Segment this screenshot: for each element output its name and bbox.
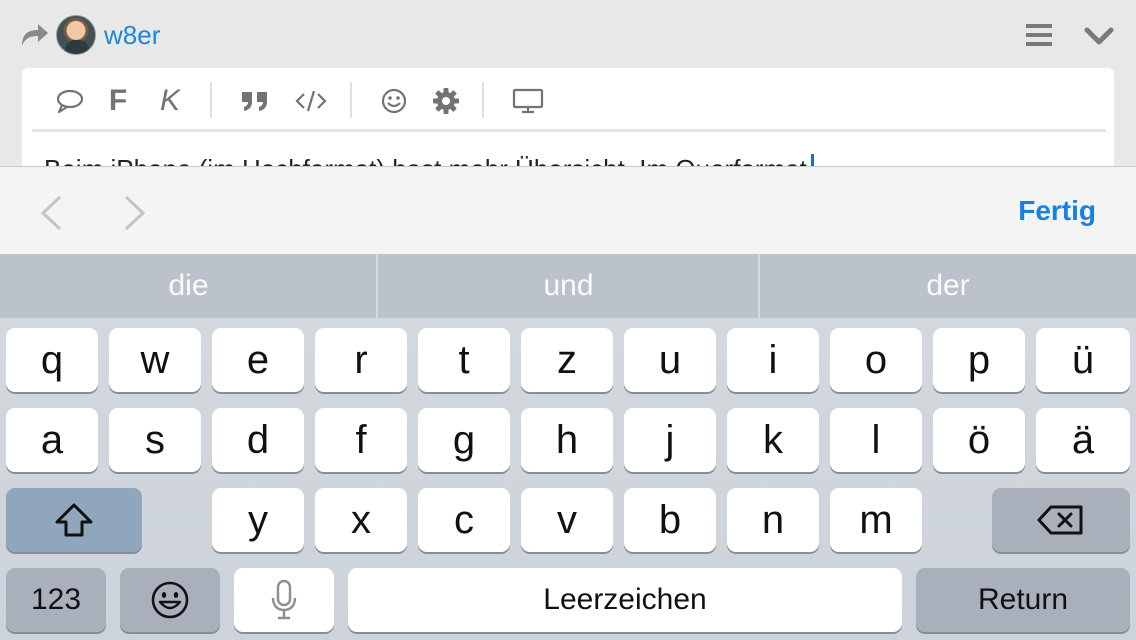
key-c[interactable]: c <box>418 488 510 552</box>
key-x[interactable]: x <box>315 488 407 552</box>
quote-icon[interactable] <box>238 84 272 118</box>
keyboard: q w e r t z u i o p ü a s d f g h j k l … <box>0 318 1136 640</box>
key-l[interactable]: l <box>830 408 922 472</box>
emoji-icon[interactable] <box>378 84 410 118</box>
key-h[interactable]: h <box>521 408 613 472</box>
toolbar-divider <box>350 82 352 118</box>
key-p[interactable]: p <box>933 328 1025 392</box>
return-key[interactable]: Return <box>916 568 1130 632</box>
shift-icon <box>55 503 93 537</box>
avatar[interactable] <box>56 15 96 55</box>
code-icon[interactable] <box>294 84 328 118</box>
preview-icon[interactable] <box>510 84 546 118</box>
key-t[interactable]: t <box>418 328 510 392</box>
emoji-keyboard-key[interactable] <box>120 568 220 632</box>
chevron-right-icon[interactable] <box>122 193 148 233</box>
key-m[interactable]: m <box>830 488 922 552</box>
key-o[interactable]: o <box>830 328 922 392</box>
key-a[interactable]: a <box>6 408 98 472</box>
suggestion-item[interactable]: und <box>378 254 759 318</box>
key-s[interactable]: s <box>109 408 201 472</box>
key-o-umlaut[interactable]: ö <box>933 408 1025 472</box>
key-b[interactable]: b <box>624 488 716 552</box>
menu-icon[interactable] <box>1024 22 1054 48</box>
key-f[interactable]: f <box>315 408 407 472</box>
numbers-key[interactable]: 123 <box>6 568 106 632</box>
key-k[interactable]: k <box>727 408 819 472</box>
delete-key[interactable] <box>992 488 1130 552</box>
key-u[interactable]: u <box>624 328 716 392</box>
username-link[interactable]: w8er <box>104 20 160 51</box>
space-key[interactable]: Leerzeichen <box>348 568 902 632</box>
suggestion-item[interactable]: die <box>0 254 377 318</box>
key-y[interactable]: y <box>212 488 304 552</box>
editor-toolbar: F K <box>32 68 1106 132</box>
key-i[interactable]: i <box>727 328 819 392</box>
key-u-umlaut[interactable]: ü <box>1036 328 1130 392</box>
key-a-umlaut[interactable]: ä <box>1036 408 1130 472</box>
editor-text-value: Beim iPhone (im Hochformat) hast mehr Üb… <box>44 154 807 166</box>
chevron-left-icon[interactable] <box>38 193 64 233</box>
delete-icon <box>1037 505 1083 535</box>
reply-arrow-icon[interactable] <box>18 20 50 48</box>
key-n[interactable]: n <box>727 488 819 552</box>
keyboard-accessory-bar: Fertig <box>0 166 1136 254</box>
key-g[interactable]: g <box>418 408 510 472</box>
emoji-keyboard-icon <box>151 581 189 619</box>
key-q[interactable]: q <box>6 328 98 392</box>
bold-icon[interactable]: F <box>104 84 132 118</box>
predictive-bar: die und der <box>0 254 1136 318</box>
key-v[interactable]: v <box>521 488 613 552</box>
editor-card: F K <box>22 68 1114 166</box>
post-editor-area: w8er F K <box>0 0 1136 166</box>
microphone-icon <box>271 579 297 620</box>
toolbar-divider <box>210 82 212 118</box>
shift-key[interactable] <box>6 488 142 552</box>
toolbar-divider <box>482 82 484 118</box>
key-w[interactable]: w <box>109 328 201 392</box>
key-z[interactable]: z <box>521 328 613 392</box>
italic-icon[interactable]: K <box>154 84 186 118</box>
key-e[interactable]: e <box>212 328 304 392</box>
editor-text-input[interactable]: Beim iPhone (im Hochformat) hast mehr Üb… <box>44 154 814 166</box>
chevron-down-icon[interactable] <box>1083 24 1115 48</box>
gear-icon[interactable] <box>430 84 462 118</box>
comment-icon[interactable] <box>52 84 88 118</box>
key-j[interactable]: j <box>624 408 716 472</box>
key-r[interactable]: r <box>315 328 407 392</box>
key-d[interactable]: d <box>212 408 304 472</box>
suggestion-item[interactable]: der <box>760 254 1136 318</box>
done-button[interactable]: Fertig <box>1018 195 1096 227</box>
text-caret <box>810 154 814 166</box>
microphone-key[interactable] <box>234 568 334 632</box>
